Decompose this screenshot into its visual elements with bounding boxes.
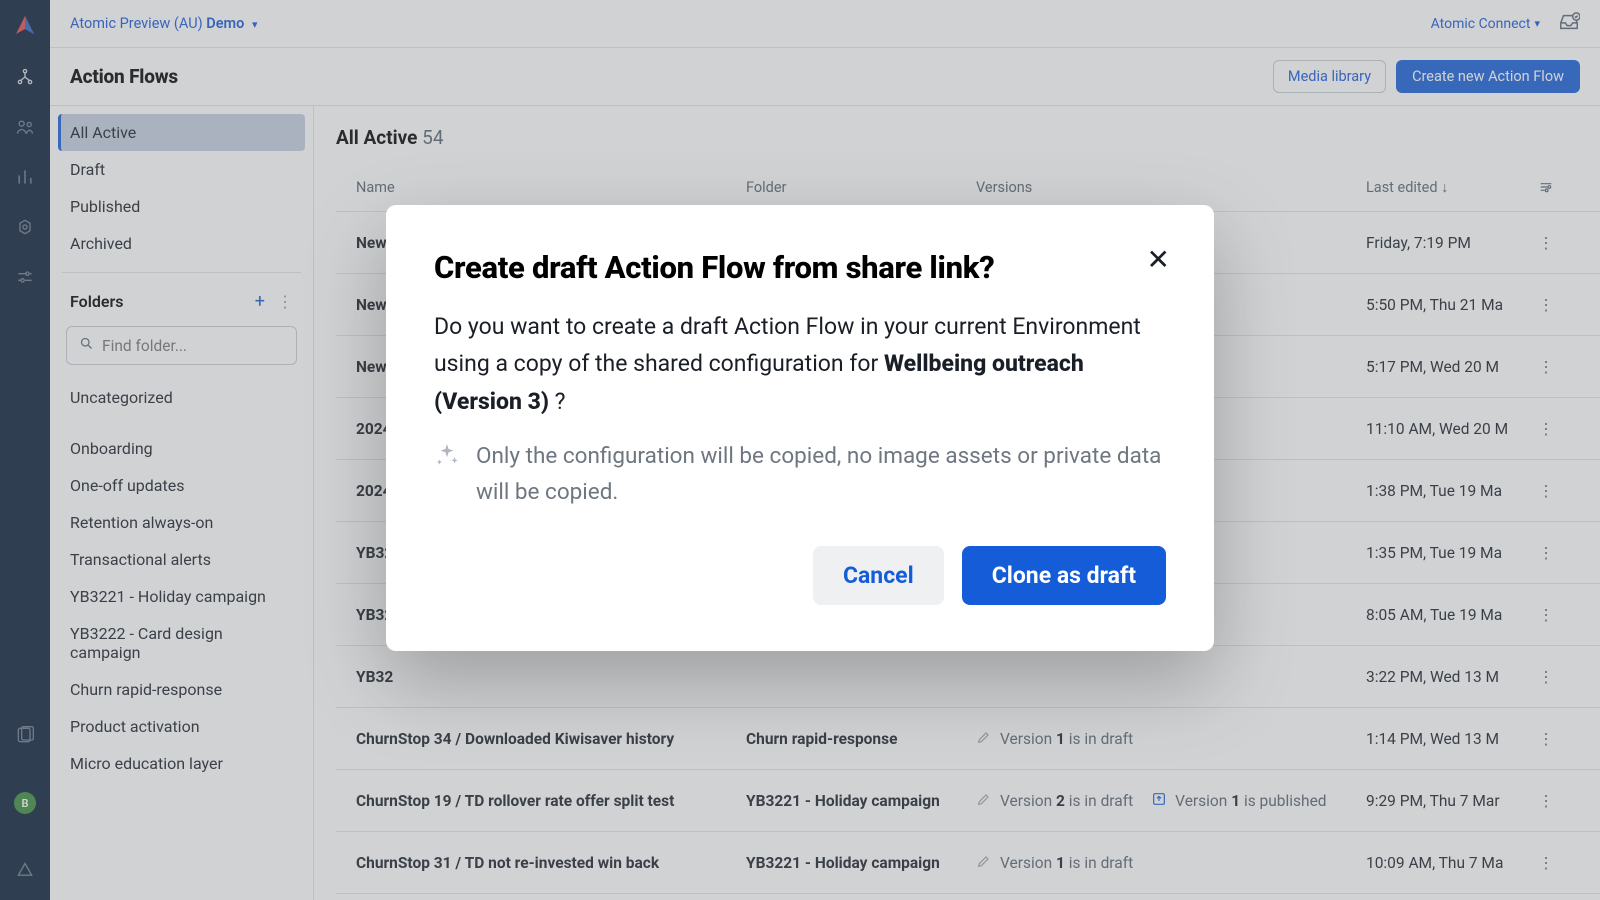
cancel-button[interactable]: Cancel xyxy=(813,546,944,605)
modal-note: Only the configuration will be copied, n… xyxy=(434,438,1166,510)
close-icon[interactable]: ✕ xyxy=(1147,243,1170,276)
modal-overlay[interactable]: ✕ Create draft Action Flow from share li… xyxy=(0,0,1600,900)
modal-title: Create draft Action Flow from share link… xyxy=(434,249,1166,286)
clone-button[interactable]: Clone as draft xyxy=(962,546,1166,605)
modal-note-text: Only the configuration will be copied, n… xyxy=(476,438,1166,510)
sparkle-icon xyxy=(434,442,460,510)
clone-modal: ✕ Create draft Action Flow from share li… xyxy=(386,205,1214,651)
modal-lead: Do you want to create a draft Action Flo… xyxy=(434,308,1166,420)
